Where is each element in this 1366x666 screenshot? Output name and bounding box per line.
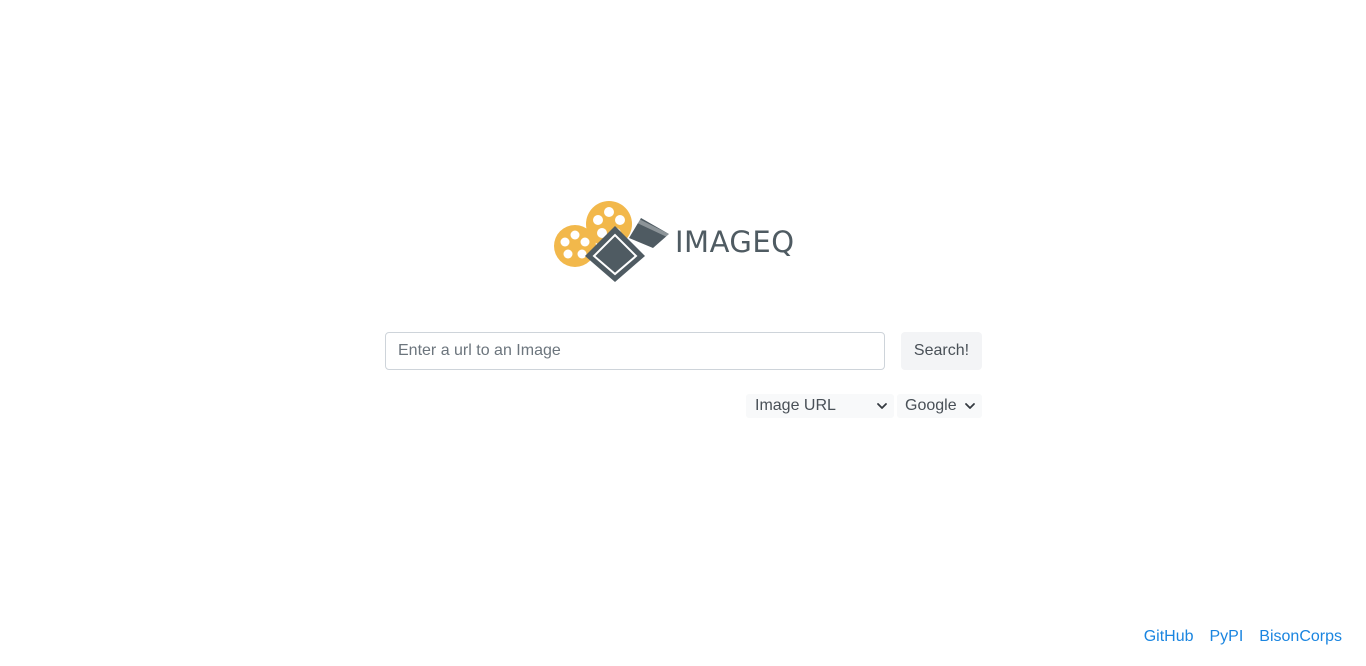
- github-link[interactable]: GitHub: [1144, 628, 1194, 646]
- input-type-selected: Image URL: [755, 397, 836, 414]
- page: IMAGEQ Search! Image URL Google GitHub P…: [0, 0, 1366, 666]
- image-url-input[interactable]: [385, 332, 885, 370]
- logo-wordmark: IMAGEQ: [675, 225, 795, 259]
- search-engine-select[interactable]: Google: [897, 394, 982, 418]
- input-type-select[interactable]: Image URL: [746, 394, 894, 418]
- search-button[interactable]: Search!: [901, 332, 982, 370]
- bisoncorps-link[interactable]: BisonCorps: [1259, 628, 1342, 646]
- footer-links: GitHub PyPI BisonCorps: [1144, 628, 1342, 646]
- imageq-logo: IMAGEQ: [553, 200, 795, 286]
- film-camera-icon: [554, 201, 669, 282]
- chevron-down-icon: [964, 400, 976, 412]
- chevron-down-icon: [876, 400, 888, 412]
- search-engine-selected: Google: [905, 397, 957, 414]
- pypi-link[interactable]: PyPI: [1210, 628, 1244, 646]
